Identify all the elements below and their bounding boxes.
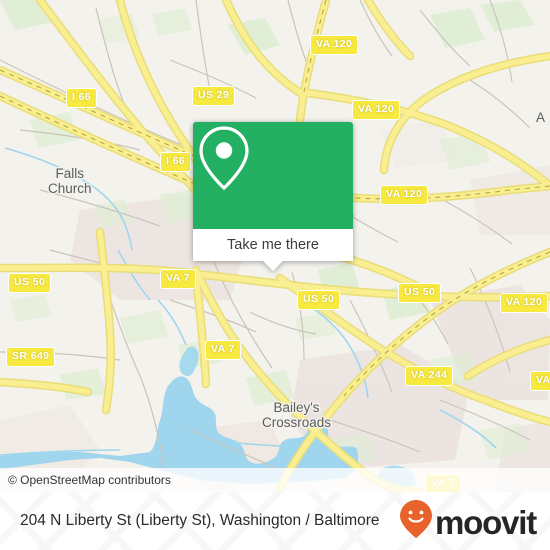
moovit-logo[interactable]: moovit (399, 499, 537, 544)
road-shield: VA 244 (405, 366, 454, 386)
popup-cta-label: Take me there (227, 237, 319, 253)
road-shield: VA 120 (352, 100, 401, 120)
place-label-line: Bailey's (273, 400, 320, 415)
road-shield: SR 649 (6, 347, 56, 367)
popup-cta[interactable]: Take me there (193, 229, 353, 271)
road-shield: VA (530, 371, 550, 391)
moovit-wordmark: moovit (435, 503, 537, 541)
place-label-line: Falls (55, 166, 85, 181)
road-shield: US 50 (8, 273, 52, 293)
map-attribution[interactable]: © OpenStreetMap contributors (0, 468, 550, 492)
road-shield: US 29 (192, 86, 236, 106)
road-shield: VA 7 (205, 340, 241, 360)
road-shield: US 50 (297, 290, 341, 310)
popup-tail (262, 260, 284, 271)
place-label: A (536, 110, 545, 125)
road-shield: I 66 (66, 88, 98, 108)
place-label-line: A (536, 110, 546, 125)
road-shield: VA 120 (500, 293, 549, 313)
road-shield: US 50 (398, 283, 442, 303)
place-label: Bailey's Crossroads (262, 400, 331, 430)
map-screenshot: VA 120 I 66 US 29 VA 120 I 66 VA 120 US 50 VA 7… (0, 0, 550, 550)
road-shield: VA 120 (380, 185, 429, 205)
footer-address: 204 N Liberty St (Liberty St), Washingto… (20, 512, 380, 529)
place-label-line: Crossroads (262, 415, 332, 430)
road-shield: VA 7 (160, 269, 196, 289)
footer-bar: 204 N Liberty St (Liberty St), Washingto… (0, 492, 550, 550)
place-label: Falls Church (48, 166, 92, 196)
moovit-pin-smiley-icon (399, 499, 433, 544)
popup-pin-area (193, 122, 353, 229)
location-popup[interactable]: Take me there (193, 122, 353, 271)
road-shield: I 66 (160, 152, 192, 172)
map-canvas[interactable]: VA 120 I 66 US 29 VA 120 I 66 VA 120 US 50 VA 7… (0, 0, 550, 492)
road-shield: VA 120 (310, 35, 359, 55)
place-label-line: Church (48, 181, 92, 196)
